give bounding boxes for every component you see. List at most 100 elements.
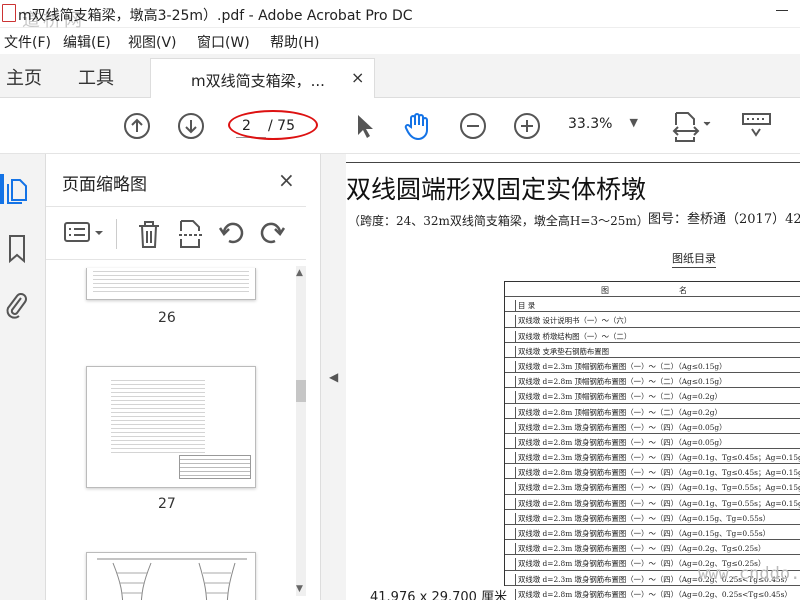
toc-heading: 图纸目录 — [672, 250, 716, 268]
toc-row-text: 双线墩 d=2.3m 顶帽钢筋布置图（一）～（二）（Ag≤0.15g） — [515, 360, 727, 373]
toc-row: 双线墩 d=2.8m 顶帽钢筋布置图（一）～（二）（Ag=0.2g） — [505, 404, 800, 419]
previous-page-button[interactable] — [122, 111, 152, 141]
rotate-right-icon — [260, 222, 286, 244]
page-thumbnail[interactable] — [86, 268, 256, 300]
bookmark-icon — [9, 235, 25, 264]
left-navigation-rail — [0, 154, 46, 600]
toc-row-text: 双线墩 d=2.3m 顶帽钢筋布置图（一）～（二）（Ag=0.2g） — [515, 391, 722, 403]
toc-row: 双线墩 d=2.8m 墩身钢筋布置图（一）～（四）（Ag=0.1g、Tg≤0.4… — [505, 464, 800, 480]
thumbnail-title-block — [179, 455, 251, 479]
scroll-up-icon[interactable]: ▲ — [296, 268, 303, 278]
tab-document[interactable]: m双线简支箱梁，... × — [150, 58, 375, 99]
select-tool-button[interactable] — [350, 111, 380, 141]
zoom-in-button[interactable] — [512, 111, 542, 141]
rotate-left-icon — [218, 222, 244, 244]
panel-title: 页面缩略图 — [62, 175, 147, 195]
toc-row-text: 双线墩 d=2.8m 墩身钢筋布置图（一）～（四）（Ag=0.15g、Tg=0.… — [515, 528, 770, 540]
minimize-button[interactable] — [770, 0, 794, 20]
next-page-button[interactable] — [176, 111, 206, 141]
toc-header-row: 图 名 — [505, 282, 800, 298]
menu-edit[interactable]: 编辑(E) — [63, 32, 111, 52]
site-watermark-logo: www.cnddo.com — [698, 564, 800, 584]
toc-row: 双线墩 d=2.8m 墩身钢筋布置图（一）～（四）（Ag=0.2g、0.25s<… — [505, 586, 800, 600]
cursor-arrow-icon — [358, 115, 373, 138]
page-thumbnails-button[interactable] — [6, 176, 32, 206]
toc-row: 双线墩 d=2.8m 墩身钢筋布置图（一）～（四）（Ag=0.1g、Tg=0.5… — [505, 495, 800, 510]
attachments-button[interactable] — [4, 290, 30, 320]
tab-bar: 主页 工具 m双线简支箱梁，... × — [0, 54, 800, 99]
toc-row: 双线墩 支承垫石钢筋布置图 — [505, 343, 800, 358]
page-thumbnail-label: 27 — [158, 496, 176, 512]
toc-table: 图 名 目 录 双线墩 设计说明书（一）～（六） 双线墩 桥墩结构图（一）～（二）… — [504, 281, 800, 600]
menu-window[interactable]: 窗口(W) — [197, 32, 250, 52]
trash-icon — [139, 221, 159, 248]
tab-close-icon[interactable]: × — [351, 68, 364, 87]
panel-splitter[interactable]: ◀ — [321, 154, 346, 600]
toc-row-text: 目 录 — [515, 300, 535, 312]
toolbar-divider — [116, 219, 117, 249]
collapse-panel-icon[interactable]: ◀ — [329, 370, 338, 384]
window-title: m双线简支箱梁，墩高3-25m）.pdf - Adobe Acrobat Pro… — [18, 8, 413, 24]
page-thumbnail[interactable] — [86, 552, 256, 600]
menu-view[interactable]: 视图(V) — [128, 32, 177, 52]
paperclip-icon — [6, 293, 27, 319]
toc-row: 双线墩 d=2.3m 顶帽钢筋布置图（一）～（二）（Ag=0.2g） — [505, 388, 800, 404]
page-thumbnails-panel: 页面缩略图 × 26 27 ▲ ▼ — [46, 154, 321, 600]
toc-row-text: 双线墩 d=2.8m 墩身钢筋布置图（一）～（四）（Ag=0.1g、Tg≤0.4… — [515, 467, 800, 479]
thumbnails-scrollbar[interactable]: ▲ ▼ — [296, 266, 306, 596]
panel-toolbar — [46, 206, 306, 260]
toc-header-b: 名 — [679, 286, 687, 295]
toc-row-text: 双线墩 设计说明书（一）～（六） — [515, 315, 631, 327]
zoom-out-button[interactable] — [458, 111, 488, 141]
toc-row: 双线墩 d=2.3m 顶帽钢筋布置图（一）～（二）（Ag≤0.15g） — [505, 358, 800, 374]
fit-page-button[interactable] — [672, 111, 716, 142]
panel-close-icon[interactable]: × — [278, 168, 295, 192]
extract-pages-icon — [179, 220, 203, 248]
scrollbar-thumb[interactable] — [296, 380, 306, 402]
toc-row-text: 双线墩 d=2.8m 墩身钢筋布置图（一）～（四）（Ag=0.1g、Tg=0.5… — [515, 497, 800, 509]
toc-row-text: 双线墩 d=2.3m 墩身钢筋布置图（一）～（四）（Ag=0.05g） — [515, 421, 727, 433]
page-border-line — [346, 162, 800, 163]
bookmarks-button[interactable] — [6, 234, 32, 264]
document-figure-number: 图号：叁桥通（2017）4203 — [648, 212, 800, 227]
chevron-down-icon: ▼ — [629, 116, 638, 129]
hand-tool-button[interactable] — [402, 111, 432, 141]
toc-row-text: 双线墩 d=2.8m 墩身钢筋布置图（一）～（四）（Ag=0.05g） — [515, 436, 727, 449]
toc-row: 双线墩 桥墩结构图（一）～（二） — [505, 328, 800, 343]
extract-pages-button[interactable] — [178, 219, 204, 253]
arrow-down-circle-icon — [178, 113, 204, 139]
tab-tools[interactable]: 工具 — [78, 64, 114, 90]
options-list-icon — [64, 222, 103, 242]
title-bar: 道桥网 m双线简支箱梁，墩高3-25m）.pdf - Adobe Acrobat… — [0, 0, 800, 31]
toc-row-text: 双线墩 d=2.3m 墩身钢筋布置图（一）～（四）（Ag=0.2g、Tg≤0.2… — [515, 543, 765, 555]
rotate-left-button[interactable] — [218, 219, 246, 253]
tab-home[interactable]: 主页 — [6, 64, 42, 90]
zoom-level-select[interactable]: 33.3% ▼ — [568, 116, 644, 138]
toc-row-text: 双线墩 d=2.8m 顶帽钢筋布置图（一）～（二）（Ag≤0.15g） — [515, 376, 727, 388]
toc-rows: 双线墩 设计说明书（一）～（六） 双线墩 桥墩结构图（一）～（二） 双线墩 支承垫石… — [505, 312, 800, 600]
toc-row: 双线墩 设计说明书（一）～（六） — [505, 312, 800, 328]
options-menu-button[interactable] — [64, 221, 108, 249]
toc-row: 双线墩 d=2.3m 墩身钢筋布置图（一）～（四）（Ag=0.15g、Tg=0.… — [505, 510, 800, 525]
document-view[interactable]: 双线圆端形双固定实体桥墩 （跨度：24、32m双线简支箱梁，墩全高H=3～25m… — [346, 154, 800, 600]
toc-row-text: 双线墩 d=2.8m 墩身钢筋布置图（一）～（四）（Ag=0.2g、0.25s<… — [515, 588, 792, 600]
minus-circle-icon — [460, 113, 486, 139]
menu-bar: 文件(F) 编辑(E) 视图(V) 窗口(W) 帮助(H) — [0, 28, 800, 54]
menu-help[interactable]: 帮助(H) — [270, 32, 319, 52]
toc-header-a: 图 — [601, 286, 609, 295]
delete-pages-button[interactable] — [136, 219, 162, 253]
read-mode-button[interactable] — [740, 111, 774, 141]
plus-circle-icon — [514, 113, 540, 139]
page-thumbnail[interactable] — [86, 366, 256, 488]
toc-row-text: 双线墩 桥墩结构图（一）～（二） — [515, 330, 631, 342]
toc-row: 双线墩 d=2.8m 墩身钢筋布置图（一）～（四）（Ag=0.05g） — [505, 434, 800, 450]
arrow-up-circle-icon — [124, 113, 150, 139]
document-subtitle: （跨度：24、32m双线简支箱梁，墩全高H=3～25m） — [348, 214, 649, 228]
acrobat-pdf-icon — [2, 4, 16, 22]
menu-file[interactable]: 文件(F) — [4, 32, 51, 52]
toc-row-text: 双线墩 d=2.8m 顶帽钢筋布置图（一）～（二）（Ag=0.2g） — [515, 406, 722, 418]
rotate-right-button[interactable] — [258, 219, 286, 253]
scroll-down-icon[interactable]: ▼ — [296, 584, 303, 594]
keyboard-icon — [742, 113, 771, 137]
hand-icon — [404, 113, 428, 141]
